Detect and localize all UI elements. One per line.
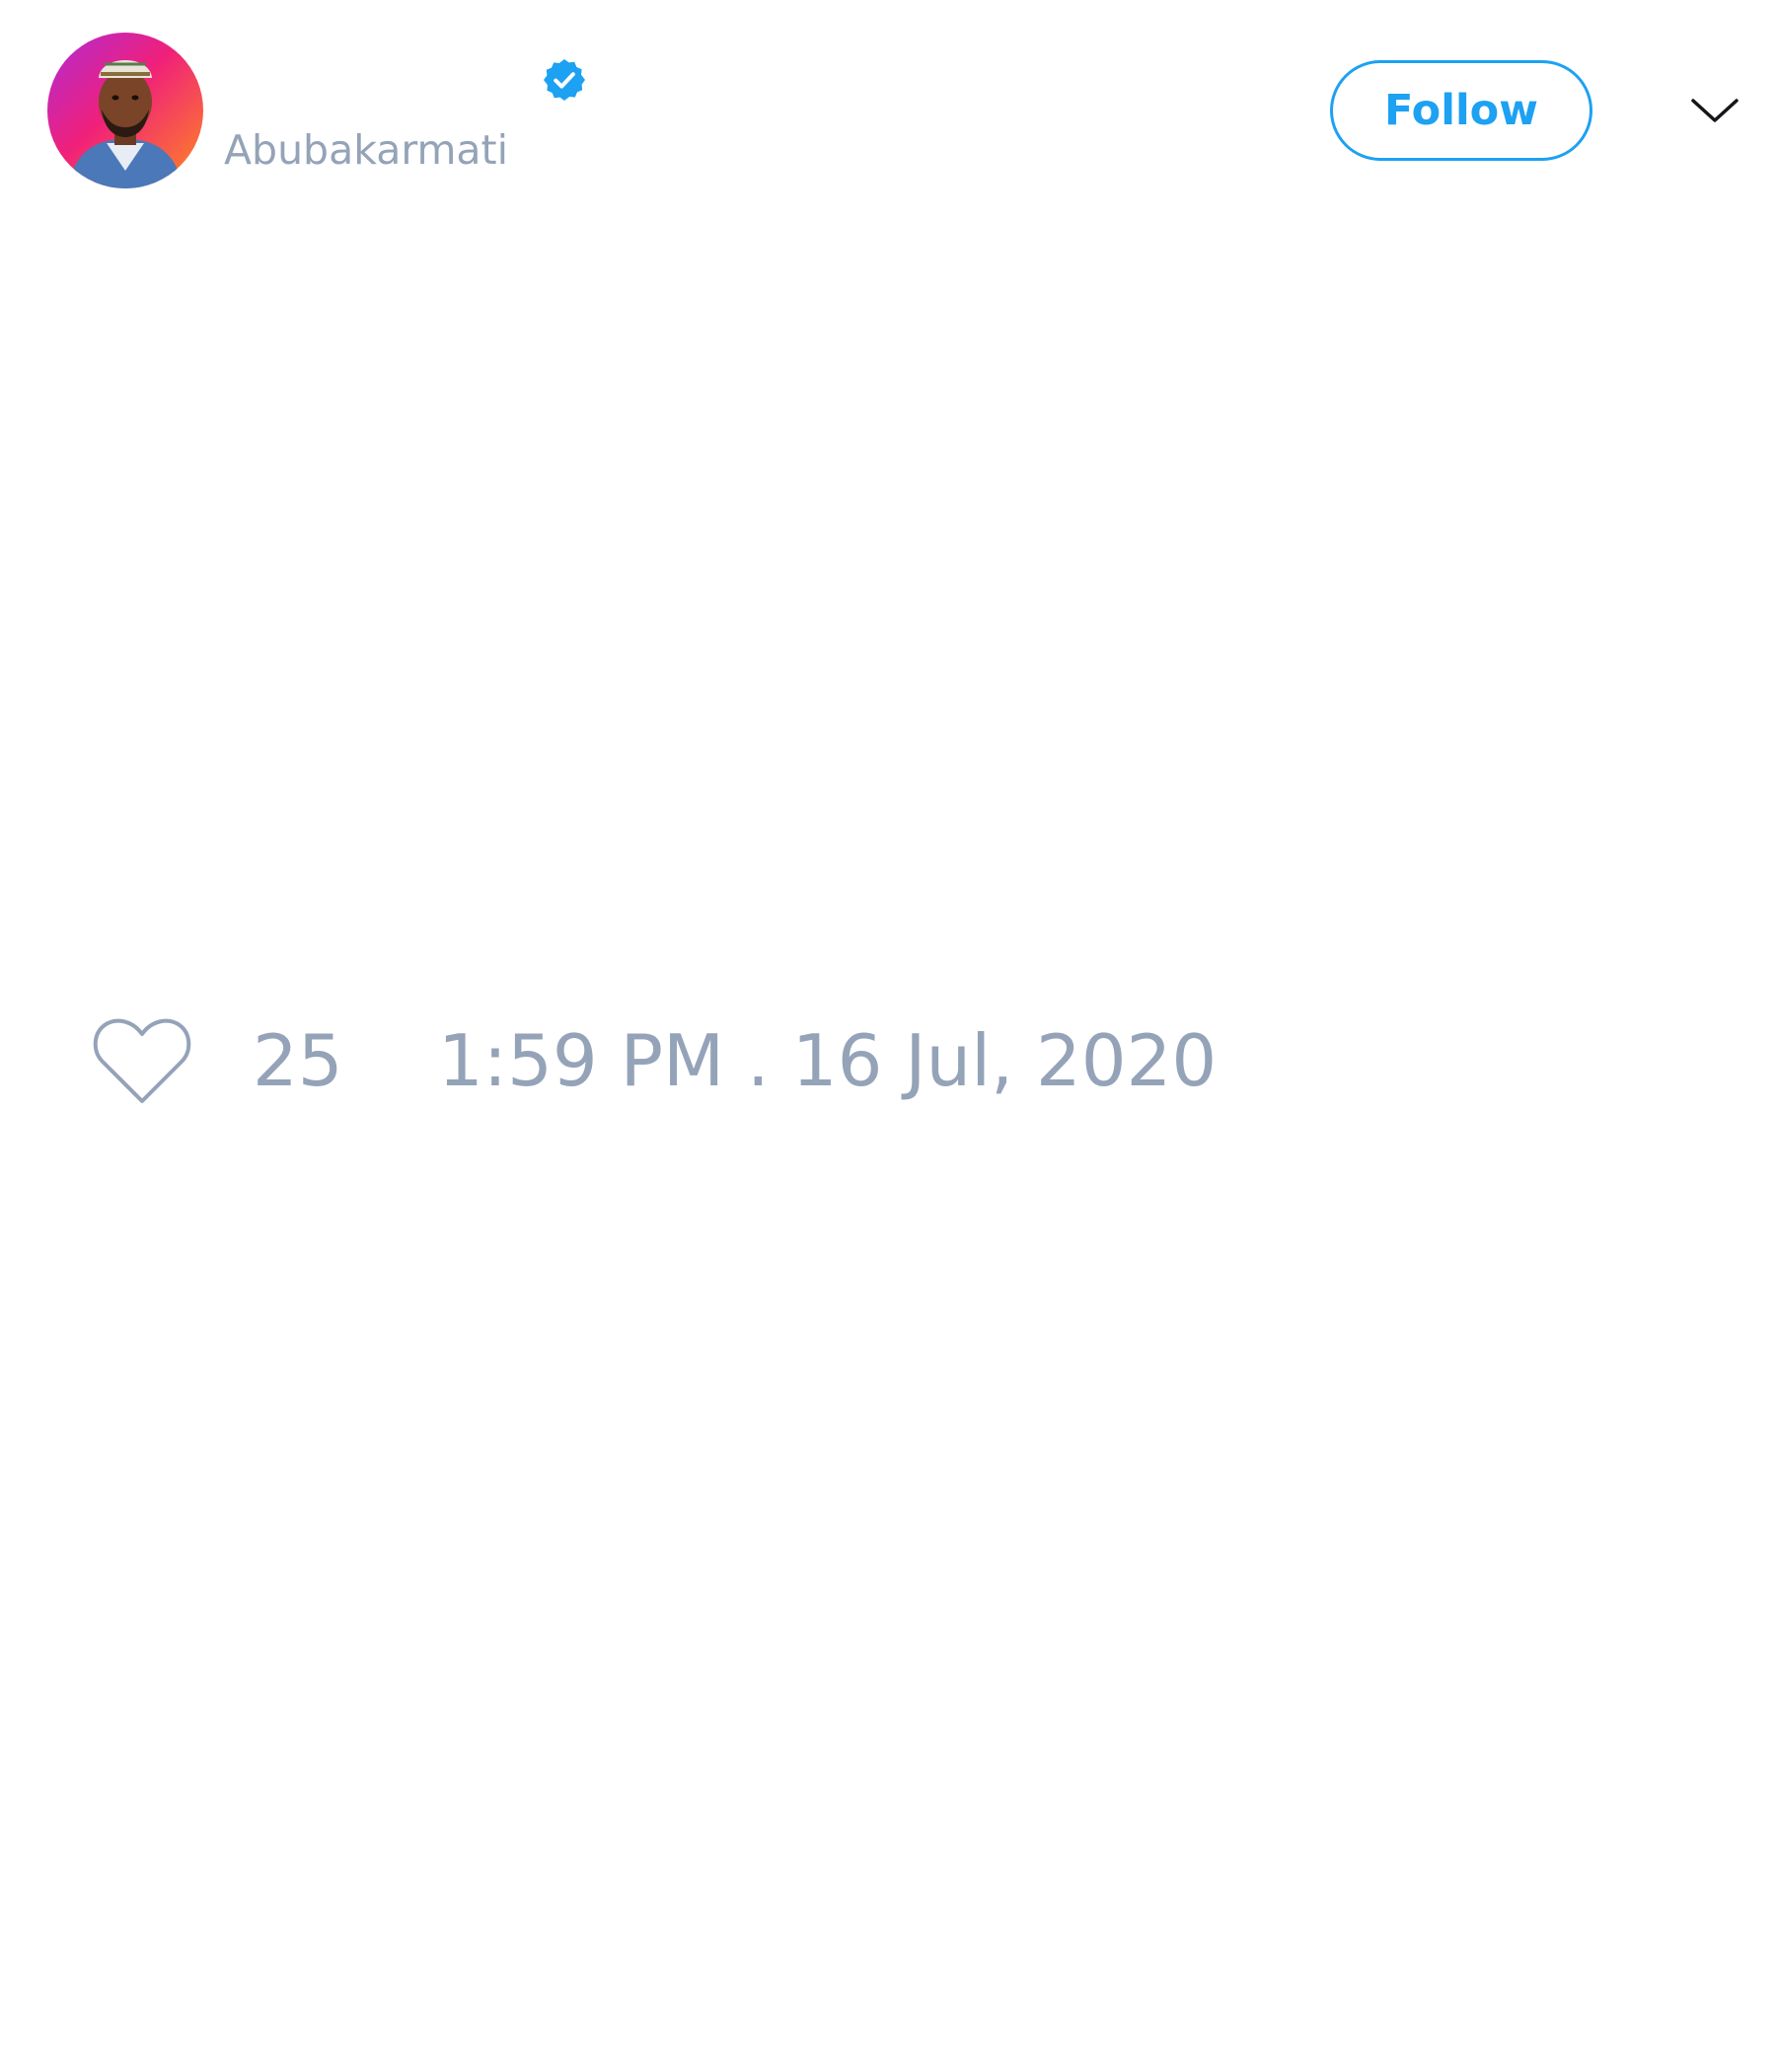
like-button[interactable] <box>89 1014 195 1109</box>
author-handle[interactable]: Abubakarmati <box>224 125 508 175</box>
avatar-image <box>47 33 203 188</box>
heart-icon <box>93 1018 191 1103</box>
author-avatar[interactable] <box>47 33 203 188</box>
verified-badge-icon <box>541 56 588 104</box>
like-count: 25 <box>253 1019 343 1102</box>
tweet-card: Abubakarmati Follow 25 1:59 PM . 16 Jul,… <box>0 0 1776 2072</box>
more-options-button[interactable] <box>1689 87 1740 134</box>
chevron-down-icon <box>1691 99 1739 122</box>
tweet-timestamp[interactable]: 1:59 PM . 16 Jul, 2020 <box>438 1018 1217 1103</box>
follow-button[interactable]: Follow <box>1330 60 1592 161</box>
